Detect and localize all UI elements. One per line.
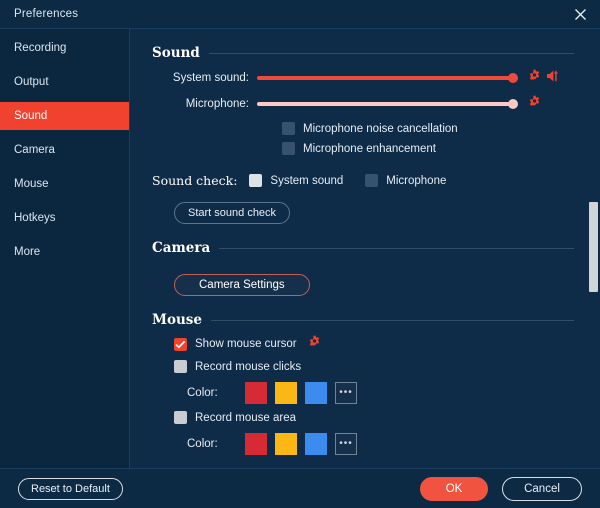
slider-handle[interactable] [508, 99, 518, 109]
microphone-label: Microphone: [185, 98, 249, 110]
checkbox-label: Record mouse area [195, 411, 296, 424]
show-mouse-cursor-row: Show mouse cursor [152, 335, 600, 353]
color-label: Color: [187, 438, 218, 450]
close-icon[interactable] [568, 3, 592, 25]
record-mouse-area-row: Record mouse area [152, 411, 600, 424]
section-header-mouse: Mouse [152, 312, 600, 328]
sound-check-label: Sound check: [152, 173, 238, 188]
sidebar-item-hotkeys[interactable]: Hotkeys [0, 204, 129, 232]
color-swatch-blue[interactable] [305, 382, 327, 404]
checkbox-label: Microphone enhancement [303, 142, 436, 155]
footer-actions: OK Cancel [420, 476, 582, 501]
color-swatch-amber[interactable] [275, 382, 297, 404]
sidebar-item-label: Hotkeys [14, 212, 56, 224]
record-mouse-clicks-checkbox[interactable] [174, 360, 187, 373]
checkbox-label: System sound [270, 174, 344, 187]
sound-check-microphone-checkbox[interactable] [365, 174, 379, 187]
sidebar-item-camera[interactable]: Camera [0, 136, 129, 164]
ok-button[interactable]: OK [420, 476, 488, 501]
system-sound-label: System sound: [172, 72, 249, 84]
record-mouse-area-checkbox[interactable] [174, 411, 187, 424]
scrollbar-thumb[interactable] [589, 202, 598, 292]
microphone-slider[interactable] [257, 99, 518, 109]
section-title: Mouse [152, 312, 202, 328]
checkbox-label: Microphone noise cancellation [303, 122, 458, 135]
section-divider [219, 247, 574, 249]
sidebar: Recording Output Sound Camera Mouse Hotk… [0, 29, 130, 470]
show-cursor-gear-icon[interactable] [308, 335, 321, 353]
color-swatch-blue[interactable] [305, 433, 327, 455]
system-sound-gear-icon[interactable] [528, 69, 541, 87]
sidebar-item-label: Sound [14, 110, 48, 122]
section-header-sound: Sound [152, 45, 600, 61]
dialog-footer: Reset to Default OK Cancel [0, 468, 600, 508]
sidebar-item-mouse[interactable]: Mouse [0, 170, 129, 198]
color-swatch-amber[interactable] [275, 433, 297, 455]
color-swatch-red[interactable] [245, 382, 267, 404]
section-title: Sound [152, 45, 200, 61]
system-sound-row: System sound: [152, 67, 600, 89]
sound-check-microphone-group: Microphone [365, 174, 446, 187]
microphone-gear-icon[interactable] [528, 95, 541, 113]
speaker-icon[interactable] [547, 69, 562, 88]
checkbox-label: Microphone [386, 174, 447, 187]
sidebar-item-more[interactable]: More [0, 238, 129, 266]
dialog-body: Recording Output Sound Camera Mouse Hotk… [0, 29, 600, 470]
cancel-button[interactable]: Cancel [502, 476, 582, 501]
system-sound-slider[interactable] [257, 73, 518, 83]
record-mouse-clicks-row: Record mouse clicks [152, 360, 600, 373]
color-label: Color: [187, 387, 218, 399]
sidebar-item-label: Mouse [14, 178, 49, 190]
section-title: Camera [152, 240, 211, 256]
sidebar-item-sound[interactable]: Sound [0, 102, 129, 130]
start-sound-check-button[interactable]: Start sound check [174, 202, 291, 224]
sidebar-item-label: Camera [14, 144, 55, 156]
record-clicks-color-row: Color: ••• [152, 382, 600, 404]
sidebar-item-output[interactable]: Output [0, 68, 129, 96]
sidebar-item-label: Recording [14, 42, 67, 54]
sound-check-row: Sound check: System sound Microphone [152, 173, 600, 188]
camera-settings-button[interactable]: Camera Settings [174, 274, 310, 296]
noise-cancellation-row: Microphone noise cancellation [152, 122, 600, 135]
window-title: Preferences [14, 8, 79, 20]
more-colors-button[interactable]: ••• [335, 433, 357, 455]
sound-check-system-group: System sound [249, 174, 343, 187]
section-divider [210, 319, 574, 321]
section-divider [208, 52, 574, 54]
sidebar-item-recording[interactable]: Recording [0, 34, 129, 62]
noise-cancellation-checkbox[interactable] [282, 122, 295, 135]
sound-check-system-checkbox[interactable] [249, 174, 263, 187]
checkbox-label: Show mouse cursor [195, 338, 297, 350]
checkbox-label: Record mouse clicks [195, 360, 302, 373]
window-titlebar: Preferences [0, 0, 600, 29]
microphone-enhancement-row: Microphone enhancement [152, 142, 600, 155]
more-colors-button[interactable]: ••• [335, 382, 357, 404]
sidebar-item-label: More [14, 246, 41, 258]
section-header-camera: Camera [152, 240, 600, 256]
record-area-color-row: Color: ••• [152, 433, 600, 455]
slider-handle[interactable] [508, 73, 518, 83]
vertical-scrollbar[interactable] [589, 30, 598, 460]
settings-panel: Sound System sound: Microphone: Micropho… [130, 29, 600, 470]
reset-to-default-button[interactable]: Reset to Default [18, 477, 123, 500]
microphone-row: Microphone: [152, 93, 600, 115]
microphone-enhancement-checkbox[interactable] [282, 142, 295, 155]
show-mouse-cursor-checkbox[interactable] [174, 337, 187, 351]
color-swatch-red[interactable] [245, 433, 267, 455]
sidebar-item-label: Output [14, 76, 49, 88]
